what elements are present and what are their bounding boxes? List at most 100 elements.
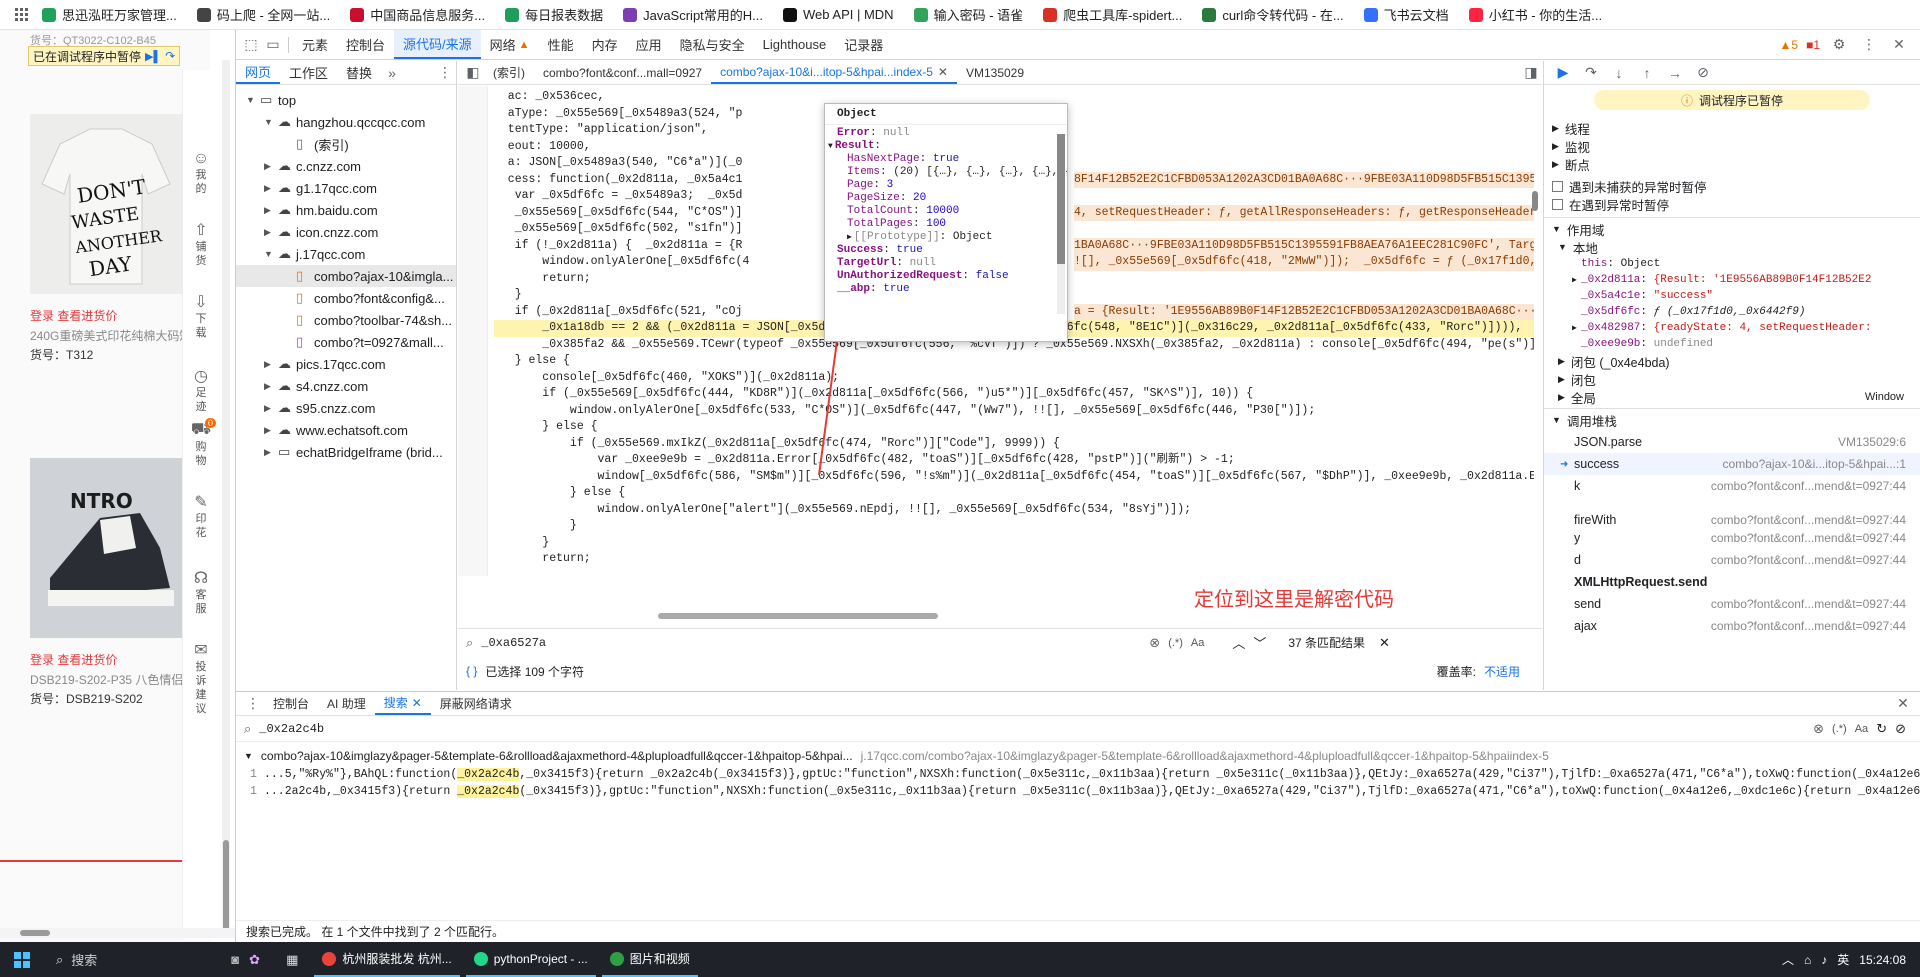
call-frame[interactable]: send combo?font&conf...mend&t=0927:44 [1544, 593, 1920, 615]
navigator-menu-icon[interactable]: ⋮ [434, 62, 456, 84]
file-tree-item[interactable]: ▶ ☁ s95.cnzz.com [236, 397, 456, 419]
bookmark-item[interactable]: JavaScript常用的H... [615, 3, 771, 27]
clear-search-icon[interactable]: ⊗ [1813, 721, 1824, 737]
more-options-icon[interactable]: ⋮ [1858, 34, 1880, 56]
taskbar-app[interactable]: 图片和视频 [601, 943, 698, 977]
deactivate-breakpoints-icon[interactable]: ⊘ [1692, 62, 1714, 84]
pretty-print-icon[interactable]: { } [466, 664, 477, 678]
expanded-arrow-icon[interactable]: ▼ [246, 95, 260, 105]
bookmark-item[interactable]: 中国商品信息服务... [342, 3, 493, 27]
editor-tab-3[interactable]: VM135029 [957, 61, 1033, 84]
error-count[interactable]: ■1 [1806, 38, 1820, 52]
file-tree-item[interactable]: ▶▯combo?t=0927&mall... [236, 331, 456, 353]
resume-icon[interactable]: ▶ [1552, 62, 1574, 84]
file-tree-item[interactable]: ▶▯combo?toolbar-74&sh... [236, 309, 456, 331]
call-frame[interactable]: XMLHttpRequest.send [1544, 571, 1920, 593]
tab-4[interactable]: 性能 [539, 30, 583, 59]
call-frame[interactable]: fireWith combo?font&conf...mend&t=0927:44 [1544, 497, 1920, 527]
expanded-arrow-icon[interactable]: ▼ [264, 249, 278, 259]
refresh-icon[interactable]: ↻ [1876, 721, 1887, 737]
device-toggle-icon[interactable]: ▭ [262, 34, 284, 56]
editor-tab-2[interactable]: combo?ajax-10&i...itop-5&hpai...index-5 ✕ [711, 61, 957, 84]
ime-indicator[interactable]: 英 [1837, 951, 1849, 968]
search-result-line[interactable]: 1 ...2a2c4b,_0x3415f3){return _0x2a2c4b(_… [236, 783, 1920, 800]
step-into-icon[interactable]: ↓ [1608, 62, 1630, 84]
resume-icon[interactable]: ▶▌ [145, 50, 161, 63]
bookmark-item[interactable]: 输入密码 - 语雀 [906, 3, 1032, 27]
call-frame[interactable]: ➜ success combo?ajax-10&i...itop-5&hpai...… [1544, 453, 1920, 475]
step-icon[interactable]: → [1664, 62, 1686, 84]
collapsed-arrow-icon[interactable]: ▶ [264, 425, 278, 436]
site-tool-download[interactable]: ⇩ 下载 [183, 292, 219, 340]
search-result-line[interactable]: 1 ...5,"%Ry%"},BAhQL:function(_0x2a2c4b,_… [236, 766, 1920, 783]
product-title-1[interactable]: 240G重磅美式印花纯棉大码短袖T恤 [30, 327, 182, 344]
next-match-icon[interactable]: ﹀ [1253, 633, 1266, 652]
bookmark-item[interactable]: curl命令转代码 - 在... [1194, 3, 1351, 27]
debugger-section-header[interactable]: ▶ 线程 [1552, 119, 1912, 137]
windows-start-icon[interactable] [14, 951, 30, 968]
checkbox[interactable] [1552, 198, 1563, 210]
site-tool-user[interactable]: ☺ 我的 [183, 150, 219, 196]
clear-results-icon[interactable]: ⊘ [1895, 721, 1906, 737]
clear-search-icon[interactable]: ⊗ [1149, 635, 1160, 651]
site-tool-cart[interactable]: ⛟ 购物 0 [183, 418, 219, 468]
tab-0[interactable]: 元素 [293, 30, 337, 59]
bookmark-item[interactable]: 码上爬 - 全网一站... [189, 3, 338, 27]
close-drawer-icon[interactable]: ✕ [1892, 693, 1914, 715]
collapsed-arrow-icon[interactable]: ▶ [264, 403, 278, 414]
object-preview-popover[interactable]: Object Error: null ▼ Result: HasNextPage: t… [824, 103, 1068, 342]
collapsed-arrow-icon[interactable]: ▶ [264, 447, 278, 458]
taskbar-search-label[interactable]: 搜索 [71, 950, 97, 969]
popover-scrollbar[interactable] [1057, 134, 1065, 314]
step-out-icon[interactable]: ↑ [1636, 62, 1658, 84]
tab-9[interactable]: 记录器 [835, 30, 892, 59]
navigator-tab-1[interactable]: 工作区 [280, 61, 337, 84]
network-icon[interactable]: ⌂ [1804, 953, 1811, 967]
tab-5[interactable]: 内存 [583, 30, 627, 59]
file-tree-item[interactable]: ▶ ☁ www.echatsoft.com [236, 419, 456, 441]
scope-variable[interactable]: this: Object [1552, 256, 1912, 272]
volume-icon[interactable]: ♪ [1821, 953, 1827, 967]
file-tree-item[interactable]: ▶ ☁ g1.17qcc.com [236, 177, 456, 199]
regex-toggle[interactable]: (.*) [1168, 637, 1183, 649]
closure-scope-row[interactable]: ▶ 全局 Window [1552, 388, 1912, 406]
match-case-toggle[interactable]: Aa [1191, 637, 1204, 649]
collapsed-arrow-icon[interactable]: ▶ [264, 183, 278, 194]
file-tree-item[interactable]: ▼ ☁ hangzhou.qccqcc.com [236, 111, 456, 133]
editor-search-input[interactable]: _0xa6527a [481, 636, 1141, 650]
popover-property[interactable]: UnAuthorizedRequest: false [825, 270, 1067, 283]
file-tree-item[interactable]: ▶▯combo?font&config&... [236, 287, 456, 309]
product-image-tshirt[interactable]: DON'T WASTE ANOTHER DAY [30, 114, 182, 294]
coverage-value[interactable]: 不适用 [1484, 663, 1520, 680]
drawer-tab-2[interactable]: 搜索 ✕ [374, 692, 431, 715]
product-title-2[interactable]: DSB219-S202-P35 八色情侣帆布鞋 [30, 671, 182, 688]
site-tool-clock[interactable]: ◷ 足迹 [183, 366, 219, 414]
bookmark-item[interactable]: 每日报表数据 [497, 3, 611, 27]
debugger-section-header[interactable]: ▶ 断点 [1552, 155, 1912, 173]
popover-property[interactable]: Error: null [825, 127, 1067, 140]
file-tree-item[interactable]: ▶ ☁ c.cnzz.com [236, 155, 456, 177]
bookmark-item[interactable]: 爬虫工具库-spidert... [1035, 3, 1190, 27]
step-over-icon[interactable]: ↷ [1580, 62, 1602, 84]
close-tab-icon[interactable]: ✕ [412, 696, 422, 710]
settings-gear-icon[interactable]: ⚙ [1828, 34, 1850, 56]
collapsed-arrow-icon[interactable]: ▶ [264, 227, 278, 238]
popover-property[interactable]: TotalPages: 100 [825, 218, 1067, 231]
file-tree-item[interactable]: ▼ ▭ top [236, 89, 456, 111]
exception-checkbox-row[interactable]: 遇到未捕获的异常时暂停 [1552, 177, 1912, 195]
local-scope-header[interactable]: ▼ 本地 [1552, 238, 1912, 256]
collapsed-arrow-icon[interactable]: ▶ [264, 161, 278, 172]
collapsed-arrow-icon[interactable]: ▶ [264, 205, 278, 216]
drawer-search-input[interactable]: _0x2a2c4b [259, 722, 1805, 736]
call-frame[interactable]: y combo?font&conf...mend&t=0927:44 [1544, 527, 1920, 549]
horizontal-scrollbar[interactable] [0, 928, 235, 938]
file-tree-item[interactable]: ▼ ☁ j.17qcc.com [236, 243, 456, 265]
navigator-tab-2[interactable]: 替换 [337, 61, 381, 84]
file-tree-item[interactable]: ▶▯combo?ajax-10&imgla... [236, 265, 456, 287]
scope-variable[interactable]: ▶ _0x482987: {readyState: 4, setRequestHe… [1552, 320, 1912, 336]
code-vertical-scrollbar[interactable] [1532, 91, 1540, 571]
toggle-debugger-icon[interactable]: ◨ [1520, 62, 1542, 84]
call-stack-header[interactable]: ▼ 调用堆栈 [1552, 411, 1912, 429]
collapsed-arrow-icon[interactable]: ▶ [847, 233, 852, 242]
code-horizontal-scrollbar[interactable] [658, 613, 938, 619]
